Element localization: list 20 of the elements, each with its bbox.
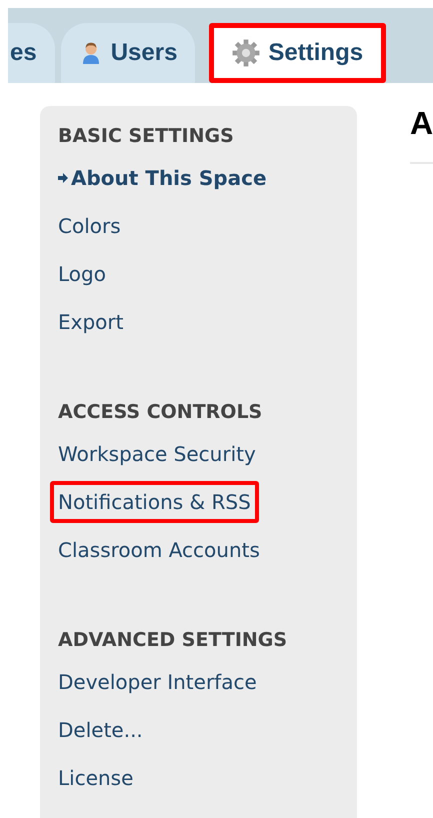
- page-title: A: [410, 105, 433, 142]
- arrow-icon: [58, 173, 68, 183]
- sidebar-link[interactable]: Colors: [58, 213, 121, 239]
- tab[interactable]: Settings: [209, 23, 386, 83]
- tab[interactable]: es: [8, 23, 55, 83]
- tab[interactable]: Users: [60, 23, 196, 83]
- section-heading: ADVANCED SETTINGS: [58, 628, 288, 653]
- sidebar-link[interactable]: Workspace Security: [58, 441, 256, 467]
- sidebar-link[interactable]: Delete...: [58, 717, 143, 743]
- section-heading: ACCESS CONTROLS: [58, 400, 262, 425]
- sidebar-link[interactable]: License: [58, 765, 134, 791]
- user-icon: [82, 42, 99, 64]
- section-heading: BASIC SETTINGS: [58, 124, 234, 149]
- sidebar-link[interactable]: Export: [58, 309, 124, 335]
- sidebar-link[interactable]: About This Space: [71, 165, 267, 191]
- sidebar-link[interactable]: Logo: [58, 261, 106, 287]
- sidebar-link[interactable]: Classroom Accounts: [58, 537, 260, 563]
- gear-icon: [233, 40, 260, 66]
- sidebar-link[interactable]: Notifications & RSS: [50, 481, 259, 523]
- sidebar-link[interactable]: Developer Interface: [58, 669, 257, 695]
